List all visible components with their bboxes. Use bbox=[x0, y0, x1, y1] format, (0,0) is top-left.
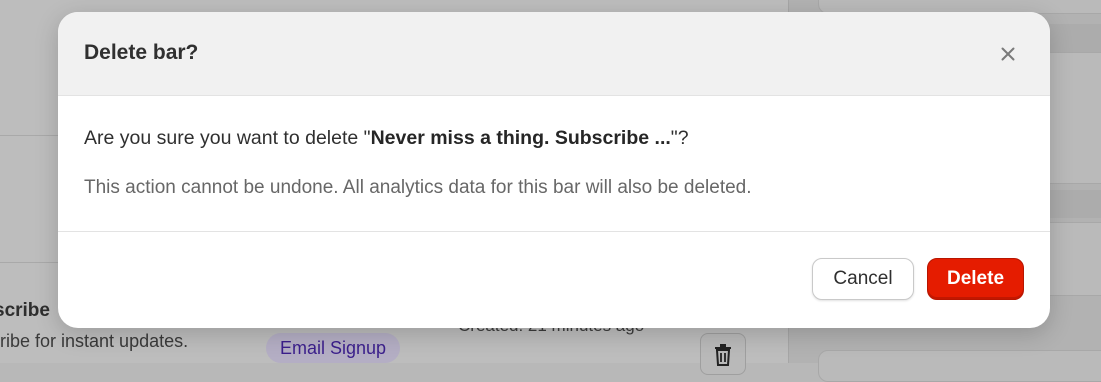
bar-type-badge: Email Signup bbox=[266, 333, 401, 363]
confirm-prefix: Are you sure you want to delete " bbox=[84, 127, 371, 149]
close-button[interactable] bbox=[994, 40, 1022, 68]
confirm-suffix: "? bbox=[670, 127, 689, 149]
dialog-footer: Cancel Delete bbox=[58, 231, 1050, 328]
delete-bar-button[interactable] bbox=[700, 333, 746, 375]
dialog-body: Are you sure you want to delete "Never m… bbox=[58, 96, 1050, 231]
warning-message: This action cannot be undone. All analyt… bbox=[84, 177, 752, 198]
dialog-header: Delete bar? bbox=[58, 12, 1050, 96]
bar-row-title: scribe bbox=[0, 300, 50, 321]
bar-row-description: ribe for instant updates. bbox=[0, 331, 189, 351]
delete-button[interactable]: Delete bbox=[927, 258, 1024, 300]
delete-bar-dialog: Delete bar? Are you sure you want to del… bbox=[58, 12, 1050, 328]
bar-name: Never miss a thing. Subscribe ... bbox=[370, 127, 671, 149]
dialog-title: Delete bar? bbox=[84, 41, 199, 64]
cancel-button[interactable]: Cancel bbox=[812, 258, 914, 300]
close-icon bbox=[1001, 47, 1015, 61]
sidebar-card bbox=[818, 350, 1101, 382]
confirm-message: Are you sure you want to delete "Never m… bbox=[84, 127, 689, 150]
